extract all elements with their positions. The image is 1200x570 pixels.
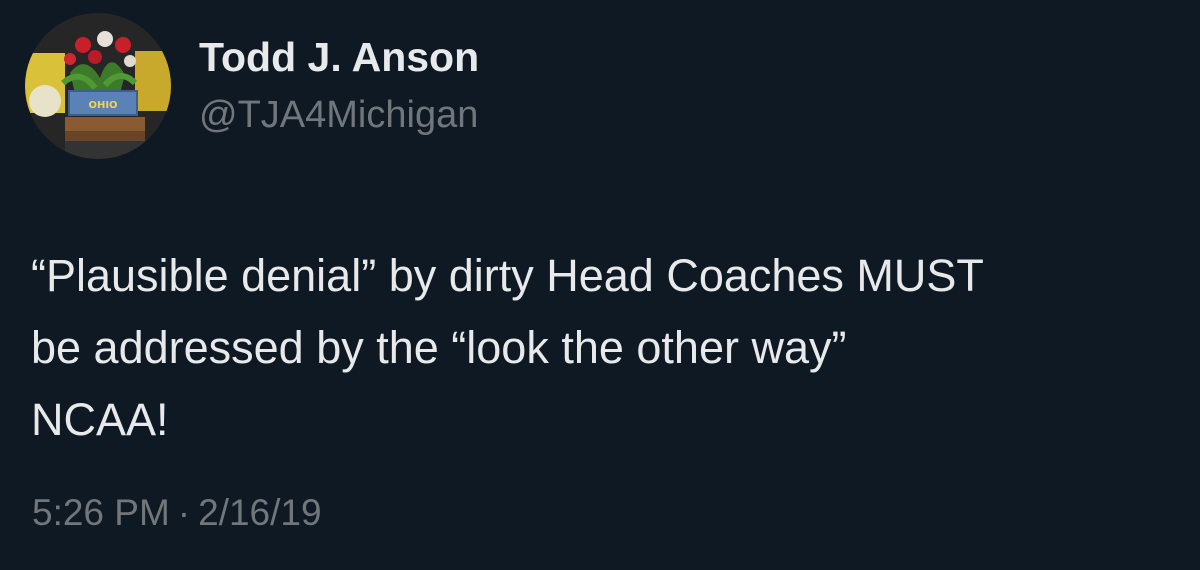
tweet: OHIO Todd J. Anson @TJA4Michigan “Plausi… [0,0,1200,570]
separator-dot: · [177,492,191,533]
tweet-text-line: NCAA! [31,394,169,445]
tweet-text-line: be addressed by the “look the other way” [31,322,847,373]
tweet-text-line: “Plausible denial” by dirty Head Coaches… [31,250,984,301]
author-display-name[interactable]: Todd J. Anson [199,32,479,82]
svg-text:OHIO: OHIO [88,100,117,111]
tweet-timestamp: 5:26 PM · 2/16/19 [32,490,322,536]
tweet-text: “Plausible denial” by dirty Head Coaches… [31,240,1181,456]
tweet-time[interactable]: 5:26 PM [32,492,170,533]
avatar[interactable]: OHIO [25,13,171,159]
author-handle[interactable]: @TJA4Michigan [199,92,478,138]
avatar-image: OHIO [25,13,171,159]
tweet-date[interactable]: 2/16/19 [198,492,321,533]
